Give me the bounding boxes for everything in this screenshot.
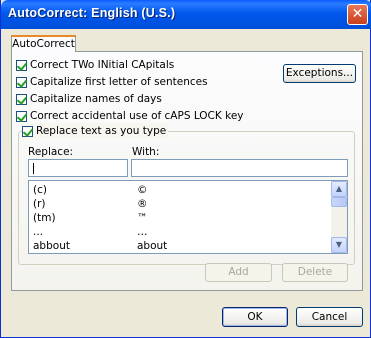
option-label: Correct accidental use of cAPS LOCK key	[30, 110, 244, 122]
option-label: Replace text as you type	[36, 125, 167, 137]
replace-input[interactable]	[28, 159, 128, 177]
option-correct-two-initial-capitals[interactable]: Correct TWo INitial CApitals	[16, 57, 174, 73]
with-label: With:	[132, 146, 160, 158]
option-correct-caps-lock[interactable]: Correct accidental use of cAPS LOCK key	[16, 108, 244, 124]
checkbox-checked-icon[interactable]	[16, 110, 27, 122]
entry-replace: ...	[33, 226, 44, 238]
title-bar[interactable]: AutoCorrect: English (U.S.) ✕	[1, 0, 371, 29]
option-replace-text[interactable]: Replace text as you type	[22, 123, 169, 139]
add-button[interactable]: Add	[205, 263, 272, 282]
entry-with: ™	[137, 212, 148, 224]
scroll-up-icon[interactable]: ▲	[331, 181, 347, 197]
close-icon: ✕	[351, 6, 364, 22]
checkbox-checked-icon[interactable]	[16, 93, 27, 105]
close-button[interactable]: ✕	[347, 4, 368, 25]
checkbox-checked-icon[interactable]	[22, 125, 33, 137]
delete-button[interactable]: Delete	[282, 263, 348, 282]
autocorrect-entries-list[interactable]: (c) © (r) ® (tm) ™ ... … abbout about ▲ …	[28, 180, 348, 254]
entry-with: …	[137, 226, 148, 238]
option-capitalize-first-letter[interactable]: Capitalize first letter of sentences	[16, 74, 208, 90]
option-label: Capitalize first letter of sentences	[30, 76, 208, 88]
option-capitalize-days[interactable]: Capitalize names of days	[16, 91, 162, 107]
autocorrect-dialog: AutoCorrect: English (U.S.) ✕ AutoCorrec…	[0, 0, 371, 338]
list-scrollbar[interactable]: ▲ ▼	[331, 181, 347, 253]
cancel-button[interactable]: Cancel	[296, 307, 363, 327]
list-item[interactable]: abbout about	[33, 239, 323, 253]
checkbox-checked-icon[interactable]	[16, 76, 27, 88]
with-input[interactable]	[131, 159, 348, 177]
exceptions-button[interactable]: Exceptions...	[283, 64, 356, 83]
entry-with: ©	[137, 184, 148, 196]
entry-replace: abbout	[33, 240, 70, 252]
list-item[interactable]: ... …	[33, 225, 323, 239]
window-title: AutoCorrect: English (U.S.)	[8, 6, 176, 20]
tab-autocorrect[interactable]: AutoCorrect	[11, 35, 76, 52]
scroll-down-icon[interactable]: ▼	[331, 237, 347, 253]
entry-with: ®	[137, 198, 148, 210]
option-label: Correct TWo INitial CApitals	[30, 59, 175, 71]
entry-replace: (r)	[33, 198, 46, 210]
replace-label: Replace:	[28, 146, 74, 158]
ok-button[interactable]: OK	[222, 307, 288, 327]
list-item[interactable]: (tm) ™	[33, 211, 323, 225]
entry-replace: (c)	[33, 184, 47, 196]
text-caret	[33, 163, 34, 174]
entry-with: about	[137, 240, 168, 252]
entry-replace: (tm)	[33, 212, 56, 224]
list-item[interactable]: (r) ®	[33, 197, 323, 211]
checkbox-checked-icon[interactable]	[16, 59, 27, 71]
scrollbar-thumb[interactable]	[331, 197, 347, 207]
list-item[interactable]: (c) ©	[33, 183, 323, 197]
option-label: Capitalize names of days	[30, 93, 162, 105]
